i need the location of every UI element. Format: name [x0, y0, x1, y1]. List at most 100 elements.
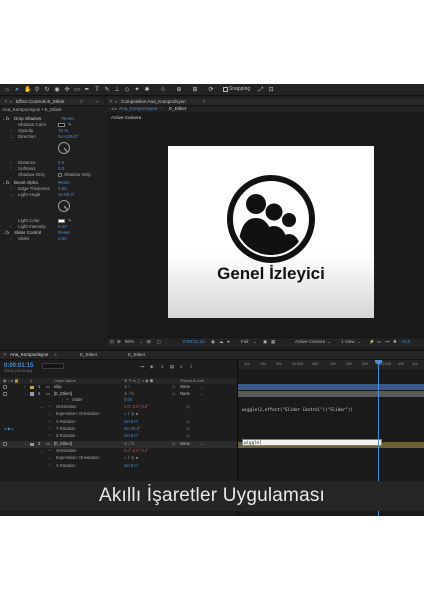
draft-3d-icon[interactable]: ◈	[150, 364, 154, 370]
expand-panels-icon[interactable]: »	[96, 99, 99, 105]
parent-link-icon[interactable]: ◎	[186, 404, 190, 409]
stopwatch-icon[interactable]: ◔	[48, 419, 51, 424]
motion-blur-icon[interactable]: ◐	[180, 364, 183, 370]
prop-value[interactable]: 0.00	[124, 397, 132, 402]
zoom-tool-icon[interactable]: ⚲	[34, 87, 40, 93]
expand-arrow-icon[interactable]: ›	[10, 224, 12, 230]
prop-row-orientation[interactable]: ⌄ ◔ Orientation 0.0°,0.0°,0.0° ◎	[0, 404, 237, 411]
expand-arrow-icon[interactable]: ›	[10, 128, 12, 134]
zoom-dropdown[interactable]: 50%	[125, 339, 134, 345]
expand-arrow-icon[interactable]: ⌄	[10, 192, 14, 198]
expression-line[interactable]: wiggle(2,effect("Slider Control")("Slide…	[242, 407, 353, 412]
frame-blending-icon[interactable]: ▤	[170, 364, 174, 370]
prop-value[interactable]: 0x+0.0°	[124, 419, 138, 424]
timeline-tab-etiket[interactable]: E_Etiket	[80, 352, 97, 358]
shy-layers-icon[interactable]: ☺	[160, 364, 165, 370]
comp-nav-arrows-icon[interactable]: ◂ ▸	[111, 106, 117, 112]
expand-arrow-icon[interactable]: ›	[10, 160, 12, 166]
eraser-tool-icon[interactable]: ◇	[124, 87, 130, 93]
panel-close-icon[interactable]: ✕	[3, 352, 7, 358]
rotate-tool-icon[interactable]: ↻	[44, 87, 50, 93]
parent-dropdown[interactable]: None	[180, 391, 190, 396]
roto-brush-tool-icon[interactable]: ✦	[134, 87, 140, 93]
prop-value[interactable]: 70 %	[58, 128, 68, 134]
layer-switches-icon[interactable]: ✲ / fx	[124, 391, 134, 396]
exposure-icon[interactable]: ✸	[393, 339, 397, 345]
keyframe-nav-icon[interactable]: ◂ ◆ ▸	[4, 426, 14, 431]
prop-value[interactable]: 0x-60.0°	[58, 192, 75, 198]
expand-arrow-icon[interactable]: ›	[62, 397, 63, 402]
puppet-tool-icon[interactable]: ✱	[144, 87, 150, 93]
chevron-down-icon[interactable]: ⌄	[139, 339, 143, 345]
home-icon[interactable]: ⌂	[4, 87, 10, 93]
snap-options-icon[interactable]: ⤢	[258, 87, 264, 93]
layer-switches-icon[interactable]: ✲ / fx	[124, 441, 134, 446]
reset-link[interactable]: Reset	[58, 230, 70, 236]
expand-arrow-icon[interactable]: ⌄	[40, 404, 44, 409]
clone-stamp-tool-icon[interactable]: ⊥	[114, 87, 120, 93]
parent-link-icon[interactable]: ◎	[186, 433, 190, 438]
guides-icon[interactable]: ⊕	[117, 339, 121, 345]
prop-value[interactable]: 0.00	[58, 236, 67, 242]
reset-link[interactable]: Reset	[62, 116, 74, 122]
layer-name[interactable]: [E_Etiket]	[54, 441, 72, 446]
graph-editor-icon[interactable]: ⌇	[190, 364, 192, 370]
expand-arrow-icon[interactable]: ⌄	[40, 448, 44, 453]
expand-arrow-icon[interactable]: ⌄	[24, 441, 28, 446]
show-snapshot-icon[interactable]: ☁	[219, 339, 224, 345]
prop-row-z-rotation[interactable]: ◔ Z Rotation 0x+0.0° ◎	[0, 433, 237, 440]
eyedropper-icon[interactable]: ✎	[68, 122, 72, 128]
stopwatch-icon[interactable]: ◔	[48, 433, 51, 438]
light-angle-dial[interactable]	[58, 200, 70, 212]
prop-row-y-rotation[interactable]: ◂ ◆ ▸ ◔ Y Rotation 0x+25.0° ◎	[0, 426, 237, 433]
prop-value[interactable]: 0.20	[58, 224, 67, 230]
layer-duration-bar[interactable]	[238, 384, 424, 390]
visibility-icon[interactable]	[3, 442, 7, 446]
pickwhip-icon[interactable]: ◎	[172, 391, 176, 396]
prop-value[interactable]: 0x+25.0°	[124, 426, 141, 431]
prop-row-expression[interactable]: ⌄ Expression: Orientation = ⌇ ◎ ●	[0, 411, 237, 418]
comp-tab-etiket[interactable]: E_Etiket	[169, 106, 186, 112]
flowchart-icon[interactable]: ⊶	[385, 339, 390, 345]
panel-menu-icon[interactable]: ≡	[203, 99, 206, 105]
composition-canvas[interactable]: Genel İzleyici	[168, 146, 374, 318]
snapping-checkbox[interactable]	[223, 87, 228, 92]
stopwatch-icon[interactable]: ◔	[48, 463, 51, 468]
shadow-only-checkbox[interactable]	[58, 173, 62, 177]
prop-value[interactable]: 3.00	[58, 186, 67, 192]
camera-dropdown[interactable]: Active Camera	[295, 339, 325, 345]
pickwhip-icon[interactable]: ◎	[172, 384, 176, 389]
panel-close-icon[interactable]: ✕	[4, 99, 8, 105]
shadow-color-swatch[interactable]	[58, 123, 65, 127]
expand-arrow-icon[interactable]: ⌄	[48, 455, 52, 460]
chevron-down-icon[interactable]: ⌄	[200, 391, 204, 396]
layer-duration-bar[interactable]	[238, 391, 424, 397]
color-channel-icon[interactable]: ●	[227, 339, 230, 345]
chevron-down-icon[interactable]: ⌄	[200, 384, 204, 389]
fast-previews-icon[interactable]: ⚡	[369, 339, 375, 345]
light-color-swatch[interactable]	[58, 219, 65, 223]
panel-menu-icon[interactable]: ≡	[80, 99, 83, 105]
visibility-icon[interactable]	[3, 391, 7, 396]
lock-icon[interactable]: ▪	[115, 99, 117, 105]
local-axis-icon[interactable]: ⊹	[160, 87, 166, 93]
label-color-icon[interactable]	[30, 392, 34, 396]
effect-controls-title[interactable]: Effect Controls E_Etiket	[16, 99, 64, 105]
prop-value[interactable]: 5.0	[58, 160, 64, 166]
parent-dropdown[interactable]: None	[180, 441, 190, 446]
layer-row-selected[interactable]: ⌄ 3 ▭ [E_Etiket] ✲ / fx ◎ None ⌄	[0, 441, 237, 448]
expression-input[interactable]: wiggle(	[242, 439, 382, 446]
fx-icon[interactable]: fx	[6, 230, 10, 236]
world-axis-icon[interactable]: ⊕	[176, 87, 182, 93]
view-axis-icon[interactable]: ⊞	[192, 87, 198, 93]
exposure-value[interactable]: +0.0	[401, 339, 410, 345]
camera-tool-icon[interactable]: ◉	[54, 87, 60, 93]
expand-arrow-icon[interactable]: ›	[24, 384, 25, 389]
selection-tool-icon[interactable]: ➤	[14, 87, 20, 93]
prop-value[interactable]: 0x+0.0°	[124, 463, 138, 468]
prop-value[interactable]: 0.0°,0.0°,0.0°	[124, 448, 149, 453]
expression-toggle-icon[interactable]: = ⌇ ◎ ●	[124, 455, 138, 460]
snapshot-camera-icon[interactable]: ◉	[211, 339, 215, 345]
viewer-timecode[interactable]: 0:00:01:15	[183, 339, 205, 345]
time-ruler[interactable]: 10f 15f 20f 01:00f 05f 10f 15f 20f 02:00…	[238, 360, 424, 369]
